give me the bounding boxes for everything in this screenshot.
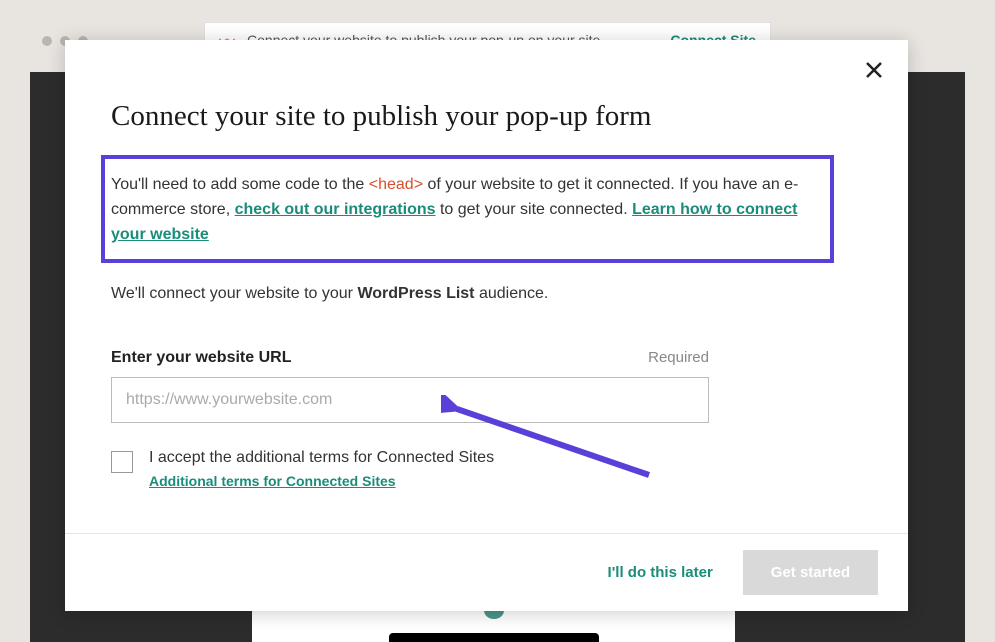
field-row: Enter your website URL Required (111, 349, 709, 367)
desc-text: to get your site connected. (436, 201, 633, 218)
terms-row: I accept the additional terms for Connec… (111, 449, 862, 489)
connect-site-modal: Connect your site to publish your pop-up… (65, 40, 908, 611)
modal-body: Connect your site to publish your pop-up… (65, 40, 908, 533)
terms-texts: I accept the additional terms for Connec… (149, 449, 494, 489)
audience-line: We'll connect your website to your WordP… (111, 285, 862, 303)
get-started-button[interactable]: Get started (743, 550, 878, 595)
close-button[interactable] (864, 60, 884, 85)
modal-description: You'll need to add some code to the <hea… (111, 173, 824, 247)
website-url-input[interactable] (111, 377, 709, 423)
additional-terms-link[interactable]: Additional terms for Connected Sites (149, 473, 494, 489)
modal-footer: I'll do this later Get started (65, 533, 908, 611)
terms-checkbox[interactable] (111, 451, 133, 473)
do-later-link[interactable]: I'll do this later (608, 564, 713, 581)
audience-suffix: audience. (475, 285, 549, 302)
required-label: Required (648, 349, 709, 366)
integrations-link[interactable]: check out our integrations (235, 201, 436, 218)
dot (42, 36, 52, 46)
description-highlight: You'll need to add some code to the <hea… (101, 155, 834, 263)
audience-prefix: We'll connect your website to your (111, 285, 357, 302)
audience-name: WordPress List (357, 285, 474, 302)
url-field-label: Enter your website URL (111, 349, 291, 367)
terms-checkbox-label: I accept the additional terms for Connec… (149, 449, 494, 467)
desc-text: You'll need to add some code to the (111, 176, 369, 193)
code-tag: <head> (369, 176, 423, 193)
modal-title: Connect your site to publish your pop-up… (111, 100, 862, 133)
close-icon (864, 60, 884, 80)
background-strip (389, 633, 599, 642)
